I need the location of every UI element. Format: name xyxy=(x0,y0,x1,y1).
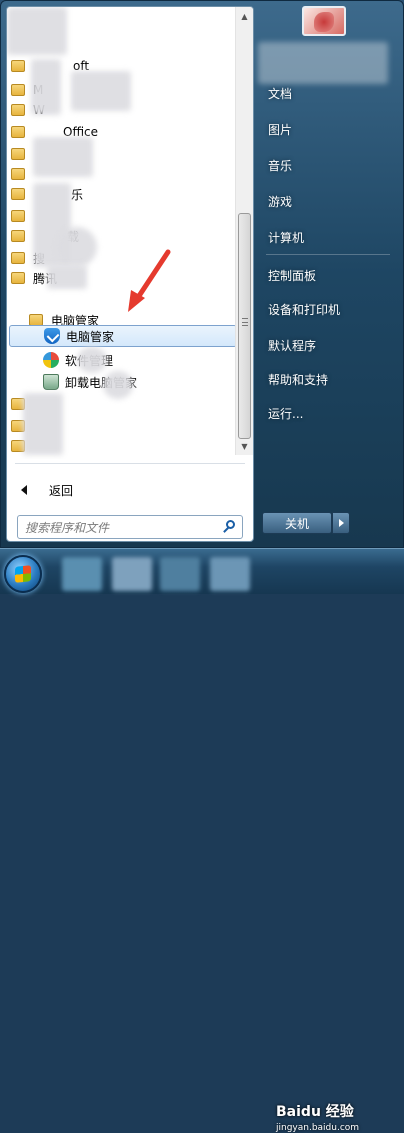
program-folder-8[interactable] xyxy=(11,205,33,227)
taskbar-button[interactable] xyxy=(210,557,250,591)
folder-icon xyxy=(11,84,25,96)
menu-item-default-programs[interactable]: 默认程序 xyxy=(268,332,392,358)
privacy-blur xyxy=(77,347,107,373)
chevron-right-icon xyxy=(338,519,344,527)
all-programs-list: oft M W Office 乐 载 搜 腾讯 电脑管家 电脑管家 软件管理 卸… xyxy=(7,7,253,459)
shield-check-icon xyxy=(44,328,60,344)
menu-item-devices-printers[interactable]: 设备和打印机 xyxy=(268,296,392,322)
menu-item-documents[interactable]: 文档 xyxy=(268,80,392,106)
folder-icon xyxy=(11,252,25,264)
taskbar: Baidu 经验 jingyan.baidu.com xyxy=(0,548,404,1133)
menu-item-help-support[interactable]: 帮助和支持 xyxy=(268,366,392,392)
folder-icon xyxy=(11,104,25,116)
shortcuts-pane: 文档 图片 音乐 游戏 计算机 控制面板 设备和打印机 默认程序 帮助和支持 运… xyxy=(258,6,398,542)
programs-pane: oft M W Office 乐 载 搜 腾讯 电脑管家 电脑管家 软件管理 卸… xyxy=(6,6,254,542)
folder-icon xyxy=(11,148,25,160)
start-menu: oft M W Office 乐 载 搜 腾讯 电脑管家 电脑管家 软件管理 卸… xyxy=(0,0,404,548)
folder-icon xyxy=(11,272,25,284)
privacy-blur xyxy=(7,7,67,55)
taskbar-button[interactable] xyxy=(112,557,152,591)
menu-item-games[interactable]: 游戏 xyxy=(268,188,392,214)
menu-item-computer[interactable]: 计算机 xyxy=(268,224,392,250)
taskbar-button[interactable] xyxy=(62,557,102,591)
privacy-blur xyxy=(47,265,87,289)
back-arrow-icon xyxy=(21,485,27,495)
folder-icon xyxy=(11,210,25,222)
folder-icon xyxy=(11,126,25,138)
search-box[interactable]: 搜索程序和文件 xyxy=(17,515,243,539)
privacy-blur xyxy=(71,71,131,111)
back-button[interactable]: 返回 xyxy=(15,477,73,503)
recycle-bin-icon xyxy=(43,374,59,390)
programs-scrollbar[interactable]: ▲ ▼ xyxy=(235,7,253,455)
grip-icon xyxy=(242,318,248,326)
scroll-up-arrow[interactable]: ▲ xyxy=(237,8,252,24)
scroll-down-arrow[interactable]: ▼ xyxy=(237,438,252,454)
scroll-thumb[interactable] xyxy=(238,213,251,439)
menu-item-pictures[interactable]: 图片 xyxy=(268,116,392,142)
program-folder-5[interactable] xyxy=(11,143,33,165)
pinwheel-icon xyxy=(43,352,59,368)
menu-item-run[interactable]: 运行... xyxy=(268,400,392,426)
privacy-blur xyxy=(258,42,388,84)
privacy-blur xyxy=(57,227,97,267)
program-item-pc-manager[interactable]: 电脑管家 xyxy=(9,325,237,347)
privacy-blur xyxy=(23,393,63,455)
divider xyxy=(266,254,390,255)
search-input[interactable]: 搜索程序和文件 xyxy=(25,519,221,536)
user-avatar[interactable] xyxy=(302,6,346,36)
folder-icon xyxy=(11,230,25,242)
menu-item-control-panel[interactable]: 控制面板 xyxy=(268,262,392,288)
folder-icon xyxy=(11,188,25,200)
folder-icon xyxy=(11,60,25,72)
shutdown-options-button[interactable] xyxy=(332,512,350,534)
privacy-blur xyxy=(31,59,61,115)
windows-start-icon[interactable] xyxy=(4,555,42,593)
search-icon[interactable] xyxy=(221,518,239,536)
divider xyxy=(15,463,245,464)
taskbar-button[interactable] xyxy=(160,557,200,591)
program-folder-6[interactable] xyxy=(11,163,33,185)
privacy-blur xyxy=(33,137,93,177)
watermark: Baidu 经验 jingyan.baidu.com xyxy=(276,1104,360,1133)
menu-item-music[interactable]: 音乐 xyxy=(268,152,392,178)
privacy-blur xyxy=(103,371,133,399)
shutdown-button[interactable]: 关机 xyxy=(262,512,332,534)
folder-icon xyxy=(11,168,25,180)
